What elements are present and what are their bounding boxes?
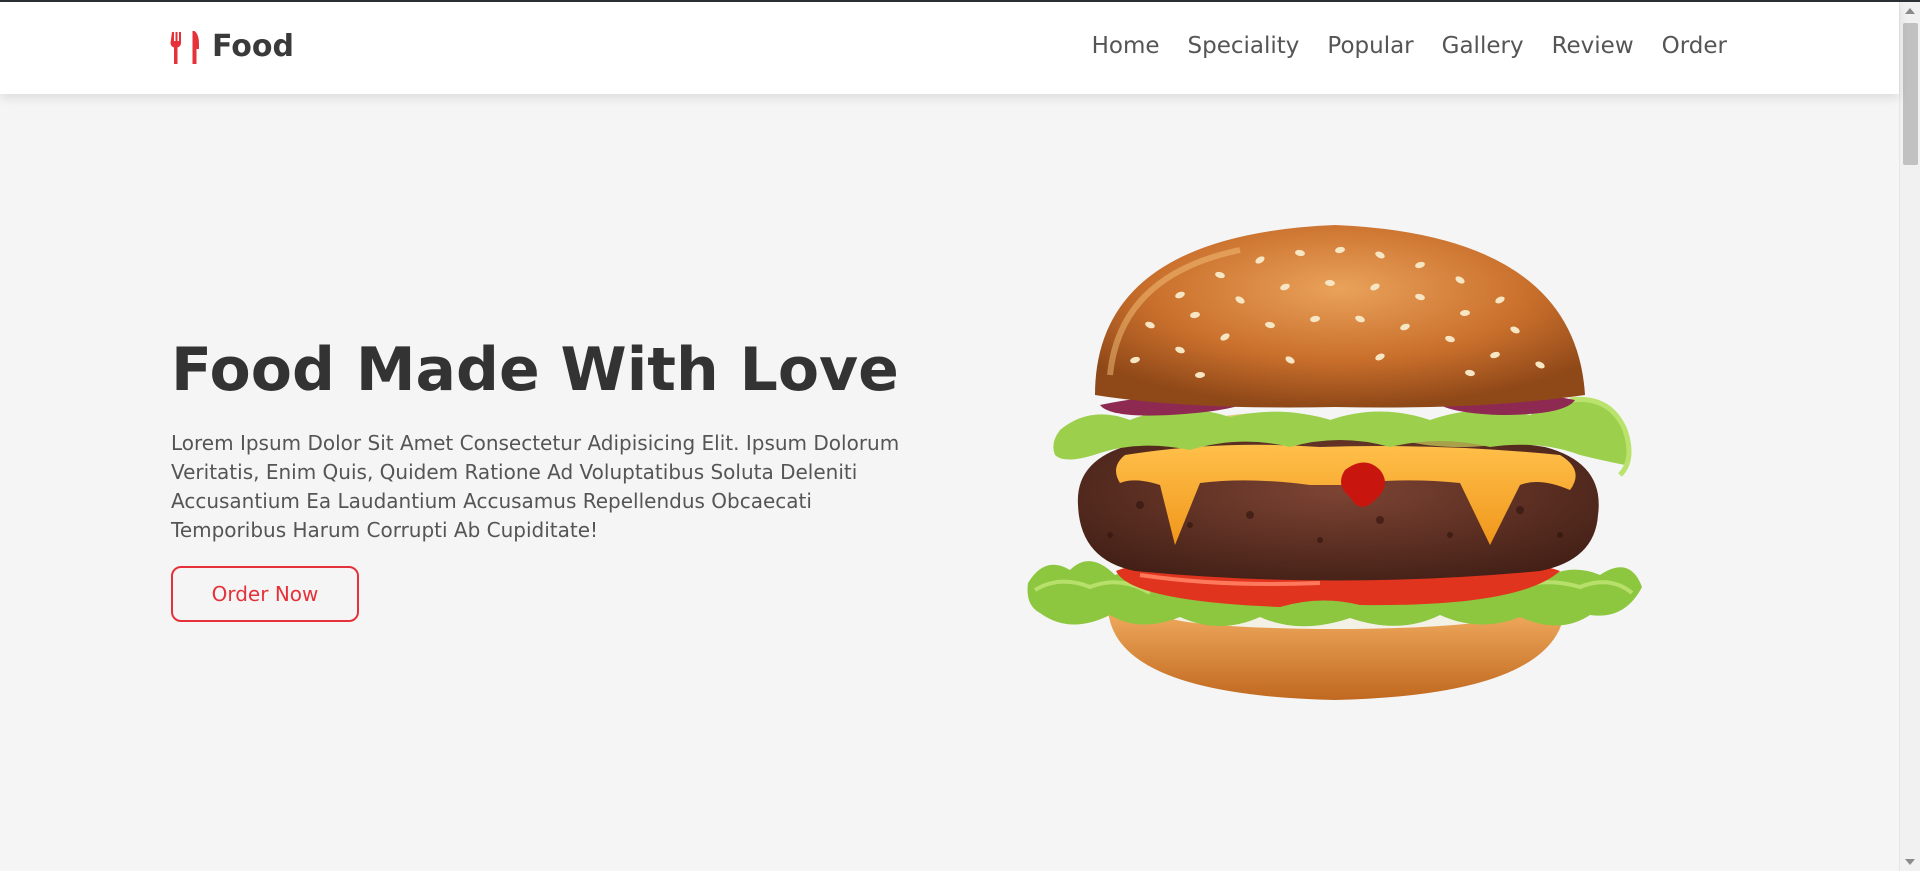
- utensils-icon: [170, 30, 199, 64]
- nav-home[interactable]: Home: [1092, 33, 1160, 59]
- site-header: Food Home Speciality Popular Gallery Rev…: [0, 2, 1899, 94]
- main-nav: Home Speciality Popular Gallery Review O…: [1092, 33, 1727, 59]
- hero-description: Lorem Ipsum Dolor Sit Amet Consectetur A…: [171, 431, 900, 542]
- hero-title: Food Made With Love: [171, 335, 899, 405]
- logo-link[interactable]: Food: [170, 29, 294, 64]
- nav-order[interactable]: Order: [1662, 33, 1727, 59]
- nav-popular[interactable]: Popular: [1327, 33, 1413, 59]
- scroll-down-icon[interactable]: [1905, 859, 1915, 865]
- order-now-button[interactable]: Order Now: [171, 566, 359, 622]
- nav-review[interactable]: Review: [1552, 33, 1634, 59]
- scroll-thumb[interactable]: [1903, 23, 1918, 165]
- scroll-up-icon[interactable]: [1905, 8, 1915, 14]
- burger-image: [1027, 225, 1642, 700]
- nav-speciality[interactable]: Speciality: [1188, 33, 1300, 59]
- hero-text-block: Food Made With Love Lorem Ipsum Dolor Si…: [171, 330, 911, 545]
- page-scrollbar[interactable]: [1899, 2, 1920, 871]
- nav-gallery[interactable]: Gallery: [1442, 33, 1524, 59]
- logo-text: Food: [212, 29, 294, 64]
